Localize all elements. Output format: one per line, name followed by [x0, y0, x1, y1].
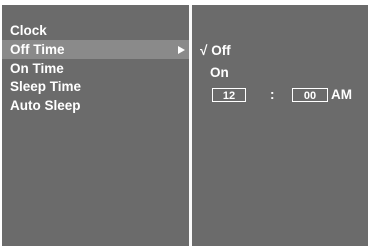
option-on[interactable]: On — [210, 64, 229, 82]
option-off-label: Off — [211, 43, 231, 58]
arrow-right-icon — [178, 46, 185, 54]
menu-item-label: Off Time — [10, 42, 65, 57]
menu-item-off-time[interactable]: Off Time — [2, 40, 189, 59]
menu-item-label: On Time — [10, 61, 64, 76]
option-on-label: On — [210, 65, 229, 80]
menu-item-label: Clock — [10, 23, 47, 38]
menu-item-on-time[interactable]: On Time — [10, 59, 64, 78]
meridiem-label[interactable]: AM — [331, 86, 352, 104]
time-separator: : — [270, 87, 275, 102]
menu-item-auto-sleep[interactable]: Auto Sleep — [10, 96, 81, 115]
minute-value: 00 — [303, 90, 317, 102]
submenu-panel: √ Off On 12 : 00 AM — [192, 5, 368, 246]
option-off[interactable]: √ Off — [200, 42, 231, 60]
menu-item-clock[interactable]: Clock — [10, 21, 47, 40]
main-menu-panel: Clock Off Time On Time Sleep Time Auto S… — [2, 5, 189, 246]
menu-item-label: Sleep Time — [10, 79, 82, 94]
minute-field[interactable]: 00 — [292, 88, 328, 102]
osd-menu-window: Clock Off Time On Time Sleep Time Auto S… — [2, 5, 368, 246]
menu-item-label: Auto Sleep — [10, 98, 81, 113]
check-mark-icon: √ — [200, 43, 208, 58]
menu-item-sleep-time[interactable]: Sleep Time — [10, 77, 81, 96]
hour-field[interactable]: 12 — [212, 88, 246, 102]
hour-value: 12 — [222, 90, 236, 102]
